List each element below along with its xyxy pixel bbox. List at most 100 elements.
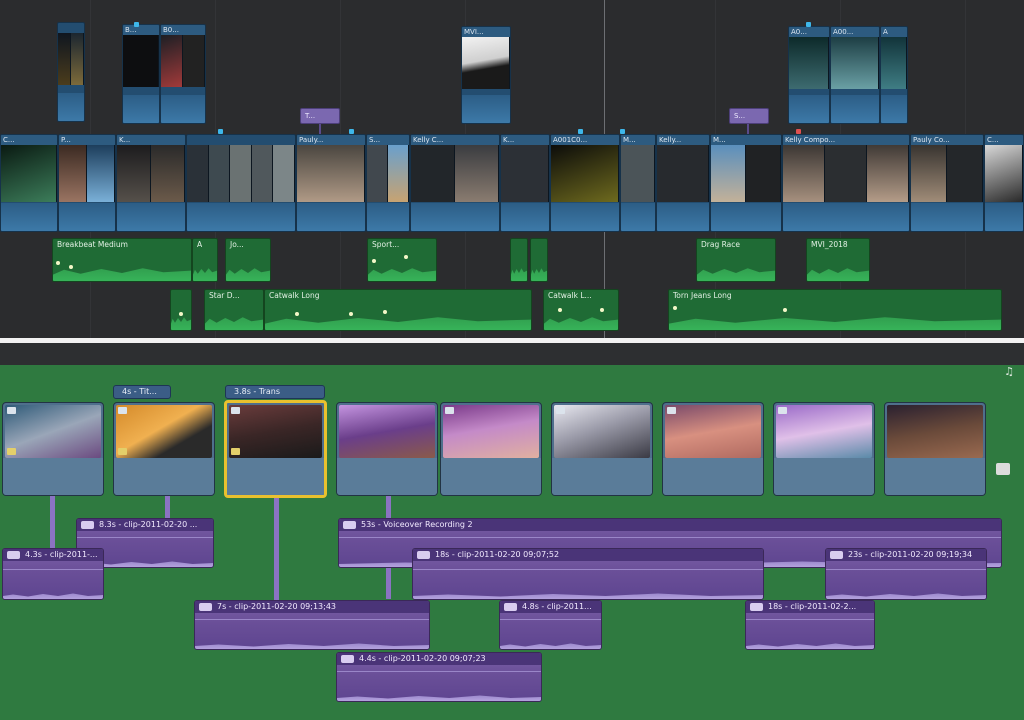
audio-clip[interactable]: Sport...	[367, 238, 437, 282]
marker[interactable]	[134, 22, 139, 27]
video-clip-selected[interactable]	[224, 400, 327, 498]
keyframe[interactable]	[404, 255, 408, 259]
volume-line[interactable]	[746, 619, 874, 620]
connected-video-clip[interactable]: B...	[122, 24, 160, 124]
primary-clip[interactable]: S...	[366, 134, 410, 232]
primary-clip[interactable]: Kelly Compo...	[782, 134, 910, 232]
audio-clip[interactable]: Catwalk Long	[264, 289, 532, 331]
audio-clip[interactable]: 23s - clip-2011-02-20 09;19;34	[825, 548, 987, 600]
audio-clip[interactable]: Jo...	[225, 238, 271, 282]
video-clip[interactable]	[440, 402, 542, 496]
keyframe[interactable]	[600, 308, 604, 312]
primary-clip[interactable]: K...	[500, 134, 550, 232]
marker[interactable]	[796, 129, 801, 134]
keyframe[interactable]	[673, 306, 677, 310]
volume-line[interactable]	[826, 569, 986, 570]
audio-clip[interactable]: 7s - clip-2011-02-20 09;13;43	[194, 600, 430, 650]
primary-clip[interactable]: C...	[984, 134, 1024, 232]
audio-clip[interactable]: Torn Jeans Long	[668, 289, 1002, 331]
primary-clip[interactable]: Kelly C...	[410, 134, 500, 232]
volume-line[interactable]	[413, 569, 763, 570]
audio-clip[interactable]: A	[192, 238, 218, 282]
clip-label: Sport...	[372, 240, 400, 249]
title-clip[interactable]: S...	[729, 108, 769, 124]
clip-label: A0...	[789, 27, 829, 37]
primary-clip[interactable]: M...	[620, 134, 656, 232]
video-clip[interactable]	[113, 402, 215, 496]
volume-line[interactable]	[195, 619, 429, 620]
connected-video-clip[interactable]: B0...	[160, 24, 206, 124]
primary-clip[interactable]	[186, 134, 296, 232]
connected-video-clip[interactable]: A	[880, 26, 908, 124]
audio-clip[interactable]	[530, 238, 548, 282]
video-clip[interactable]	[884, 402, 986, 496]
connected-video-clip[interactable]: A00...	[830, 26, 880, 124]
volume-line[interactable]	[77, 537, 213, 538]
audio-icon	[504, 603, 517, 611]
connected-video-clip[interactable]: MVI...	[461, 26, 511, 124]
clip-badge-icon	[7, 448, 16, 455]
audio-clip[interactable]: 18s - clip-2011-02-20 09;07;52	[412, 548, 764, 600]
video-clip[interactable]	[2, 402, 104, 496]
audio-clip[interactable]: Star D...	[204, 289, 264, 331]
connected-video-clip[interactable]	[57, 22, 85, 122]
clip-label-text: 4.3s - clip-2011-...	[25, 550, 98, 559]
audio-clip[interactable]: 4.4s - clip-2011-02-20 09;07;23	[336, 652, 542, 702]
clip-label: P...	[59, 135, 115, 145]
clip-label: A	[881, 27, 907, 37]
transition-pill[interactable]: 3.8s - Trans	[225, 385, 325, 399]
video-clip[interactable]	[551, 402, 653, 496]
music-note-icon[interactable]: ♫	[1004, 365, 1014, 378]
marker[interactable]	[578, 129, 583, 134]
volume-line[interactable]	[500, 619, 601, 620]
clip-label-text: 7s - clip-2011-02-20 09;13;43	[217, 602, 337, 611]
keyframe[interactable]	[558, 308, 562, 312]
volume-line[interactable]	[339, 537, 1001, 538]
primary-clip[interactable]: A001C0...	[550, 134, 620, 232]
audio-clip[interactable]: Catwalk L...	[543, 289, 619, 331]
clip-label: Drag Race	[701, 240, 740, 249]
primary-clip[interactable]: M...	[710, 134, 782, 232]
audio-clip[interactable]	[170, 289, 192, 331]
marker[interactable]	[620, 129, 625, 134]
marker[interactable]	[806, 22, 811, 27]
clip-label: 53s - Voiceover Recording 2	[339, 519, 1001, 531]
volume-line[interactable]	[3, 569, 103, 570]
marker[interactable]	[218, 129, 223, 134]
audio-clip[interactable]: MVI_2018	[806, 238, 870, 282]
audio-clip[interactable]: Breakbeat Medium	[52, 238, 192, 282]
keyframe[interactable]	[349, 312, 353, 316]
audio-clip[interactable]	[510, 238, 528, 282]
clip-label-text: 18s - clip-2011-02-20 09;07;52	[435, 550, 560, 559]
video-clip[interactable]	[662, 402, 764, 496]
audio-clip[interactable]: 4.3s - clip-2011-...	[2, 548, 104, 600]
marker[interactable]	[349, 129, 354, 134]
video-clip[interactable]	[773, 402, 875, 496]
clip-appearance-icon[interactable]	[996, 463, 1010, 475]
audio-clip[interactable]: 18s - clip-2011-02-2...	[745, 600, 875, 650]
title-clip[interactable]: T...	[300, 108, 340, 124]
connection-stem	[747, 124, 749, 134]
primary-clip[interactable]: Kelly...	[656, 134, 710, 232]
project-area: ♫ 4s - Tit... 3.8s - Trans 8.3s - clip-2…	[0, 365, 1024, 720]
title-pill[interactable]: 4s - Tit...	[113, 385, 171, 399]
primary-clip[interactable]: Pauly...	[296, 134, 366, 232]
video-clip[interactable]	[336, 402, 438, 496]
primary-clip[interactable]: C...	[0, 134, 58, 232]
keyframe[interactable]	[783, 308, 787, 312]
keyframe[interactable]	[56, 261, 60, 265]
clip-badge-icon	[231, 407, 240, 414]
primary-clip[interactable]: Pauly Co...	[910, 134, 984, 232]
keyframe[interactable]	[383, 310, 387, 314]
connected-video-clip[interactable]: A0...	[788, 26, 830, 124]
audio-clip[interactable]: Drag Race	[696, 238, 776, 282]
keyframe[interactable]	[69, 265, 73, 269]
audio-clip[interactable]: 4.8s - clip-2011...	[499, 600, 602, 650]
volume-line[interactable]	[337, 671, 541, 672]
primary-clip[interactable]: K...	[116, 134, 186, 232]
primary-clip[interactable]: P...	[58, 134, 116, 232]
keyframe[interactable]	[372, 259, 376, 263]
keyframe[interactable]	[179, 312, 183, 316]
bottom-timeline: ♫ 4s - Tit... 3.8s - Trans 8.3s - clip-2…	[0, 343, 1024, 720]
keyframe[interactable]	[295, 312, 299, 316]
